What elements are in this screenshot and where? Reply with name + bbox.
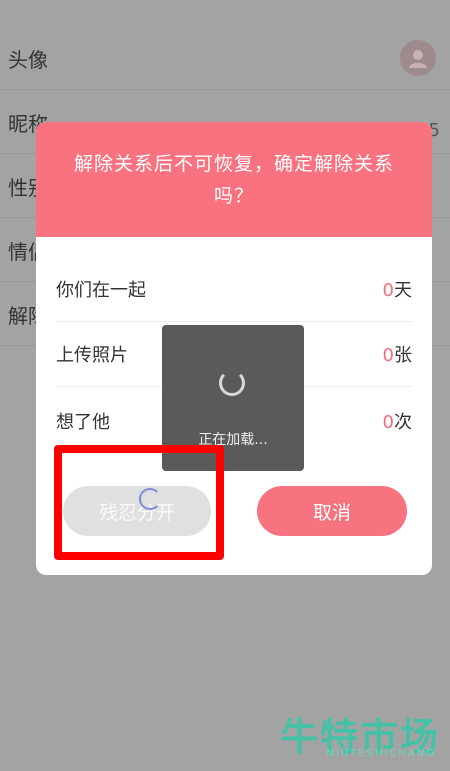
setting-label-avatar: 头像 (8, 48, 48, 72)
stat-unit: 次 (394, 412, 412, 433)
dialog-title: 解除关系后不可恢复，确定解除关系吗？ (73, 152, 394, 207)
cancel-button[interactable]: 取消 (257, 486, 407, 536)
stat-number: 0 (382, 280, 394, 301)
stat-label: 上传照片 (56, 345, 128, 366)
stat-row-days-together: 你们在一起 0天 (56, 257, 412, 322)
stat-unit: 天 (394, 280, 412, 301)
loading-spinner-icon (219, 370, 245, 396)
avatar[interactable] (400, 40, 436, 76)
stat-value: 0次 (383, 408, 412, 434)
setting-row-avatar[interactable]: 头像 (0, 26, 450, 90)
stat-value: 0张 (383, 341, 412, 367)
stat-value: 0天 (383, 276, 412, 302)
stat-number: 0 (382, 345, 394, 366)
stat-label: 你们在一起 (56, 280, 146, 301)
stat-label: 想了他 (56, 412, 110, 433)
stat-number: 0 (382, 412, 394, 433)
dialog-header: 解除关系后不可恢复，确定解除关系吗？ (36, 122, 432, 237)
stat-unit: 张 (394, 345, 412, 366)
highlight-annotation-box (54, 445, 224, 560)
watermark-subtext: NIUTESHICHANG (326, 748, 436, 759)
user-icon (409, 50, 427, 68)
